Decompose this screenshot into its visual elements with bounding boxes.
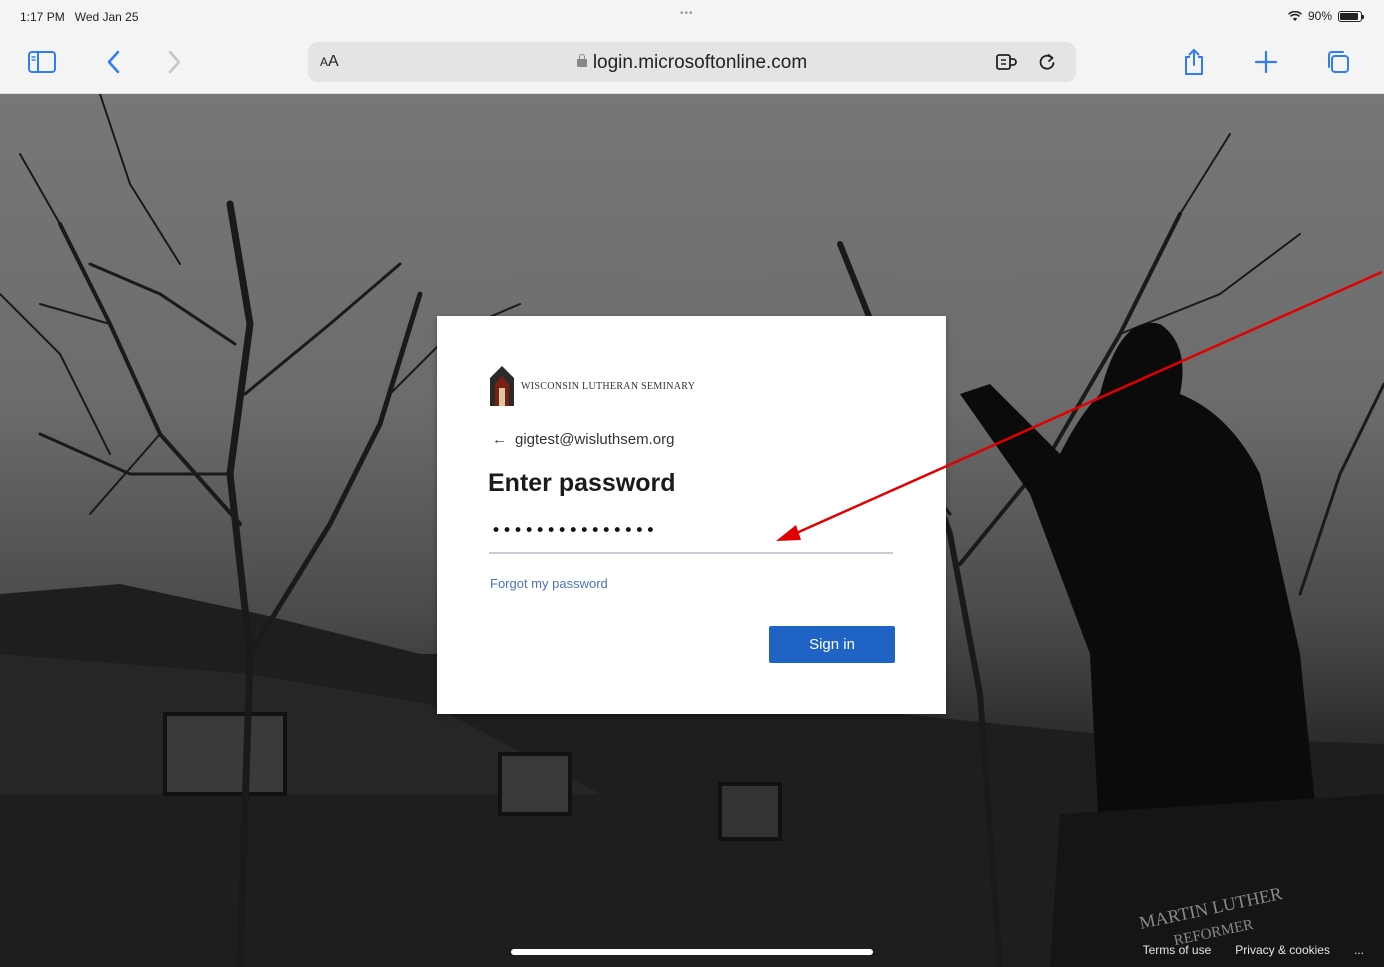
page-footer: Terms of use Privacy & cookies ... <box>1143 943 1364 957</box>
login-card: WISCONSIN LUTHERAN SEMINARY ← gigtest@wi… <box>437 316 946 714</box>
terms-link[interactable]: Terms of use <box>1143 943 1212 957</box>
extension-icon[interactable] <box>994 50 1020 74</box>
identity-banner[interactable]: ← gigtest@wisluthsem.org <box>492 431 674 448</box>
status-time: 1:17 PM <box>20 10 65 24</box>
battery-percent: 90% <box>1307 9 1332 23</box>
battery-fill <box>1340 12 1358 20</box>
identity-email: gigtest@wisluthsem.org <box>515 431 675 448</box>
status-date: Wed Jan 25 <box>74 10 139 24</box>
sign-in-button[interactable]: Sign in <box>769 626 895 663</box>
status-left: 1:17 PM Wed Jan 25 <box>20 10 139 24</box>
address-bar[interactable]: AA login.microsoftonline.com <box>308 42 1076 82</box>
org-logo: WISCONSIN LUTHERAN SEMINARY <box>487 366 695 406</box>
home-indicator[interactable] <box>511 949 873 955</box>
forgot-password-link[interactable]: Forgot my password <box>490 576 608 591</box>
more-options-button[interactable]: ... <box>1354 943 1364 957</box>
page-title: Enter password <box>488 469 676 497</box>
wifi-icon <box>1288 10 1302 21</box>
lock-icon <box>576 54 587 67</box>
url-text: login.microsoftonline.com <box>592 52 808 73</box>
browser-toolbar: AA login.microsoftonline.com <box>0 34 1384 94</box>
status-right: 90% <box>1288 9 1364 23</box>
multitasking-dots[interactable]: ••• <box>680 8 694 19</box>
privacy-link[interactable]: Privacy & cookies <box>1235 943 1330 957</box>
seminary-logo-icon <box>490 366 514 406</box>
status-bar: 1:17 PM Wed Jan 25 ••• 90% <box>0 0 1384 34</box>
org-name: WISCONSIN LUTHERAN SEMINARY <box>521 380 696 392</box>
tabs-overview-icon[interactable] <box>1320 46 1356 78</box>
back-arrow-icon[interactable]: ← <box>492 431 507 448</box>
back-icon[interactable] <box>96 46 132 78</box>
url-display[interactable]: login.microsoftonline.com <box>308 52 1076 74</box>
new-tab-icon[interactable] <box>1248 46 1284 78</box>
forward-icon[interactable] <box>156 46 192 78</box>
sidebar-icon[interactable] <box>24 46 60 78</box>
battery-icon <box>1338 10 1364 22</box>
password-input[interactable] <box>489 516 893 554</box>
reload-icon[interactable] <box>1034 50 1060 74</box>
share-icon[interactable] <box>1176 46 1212 78</box>
